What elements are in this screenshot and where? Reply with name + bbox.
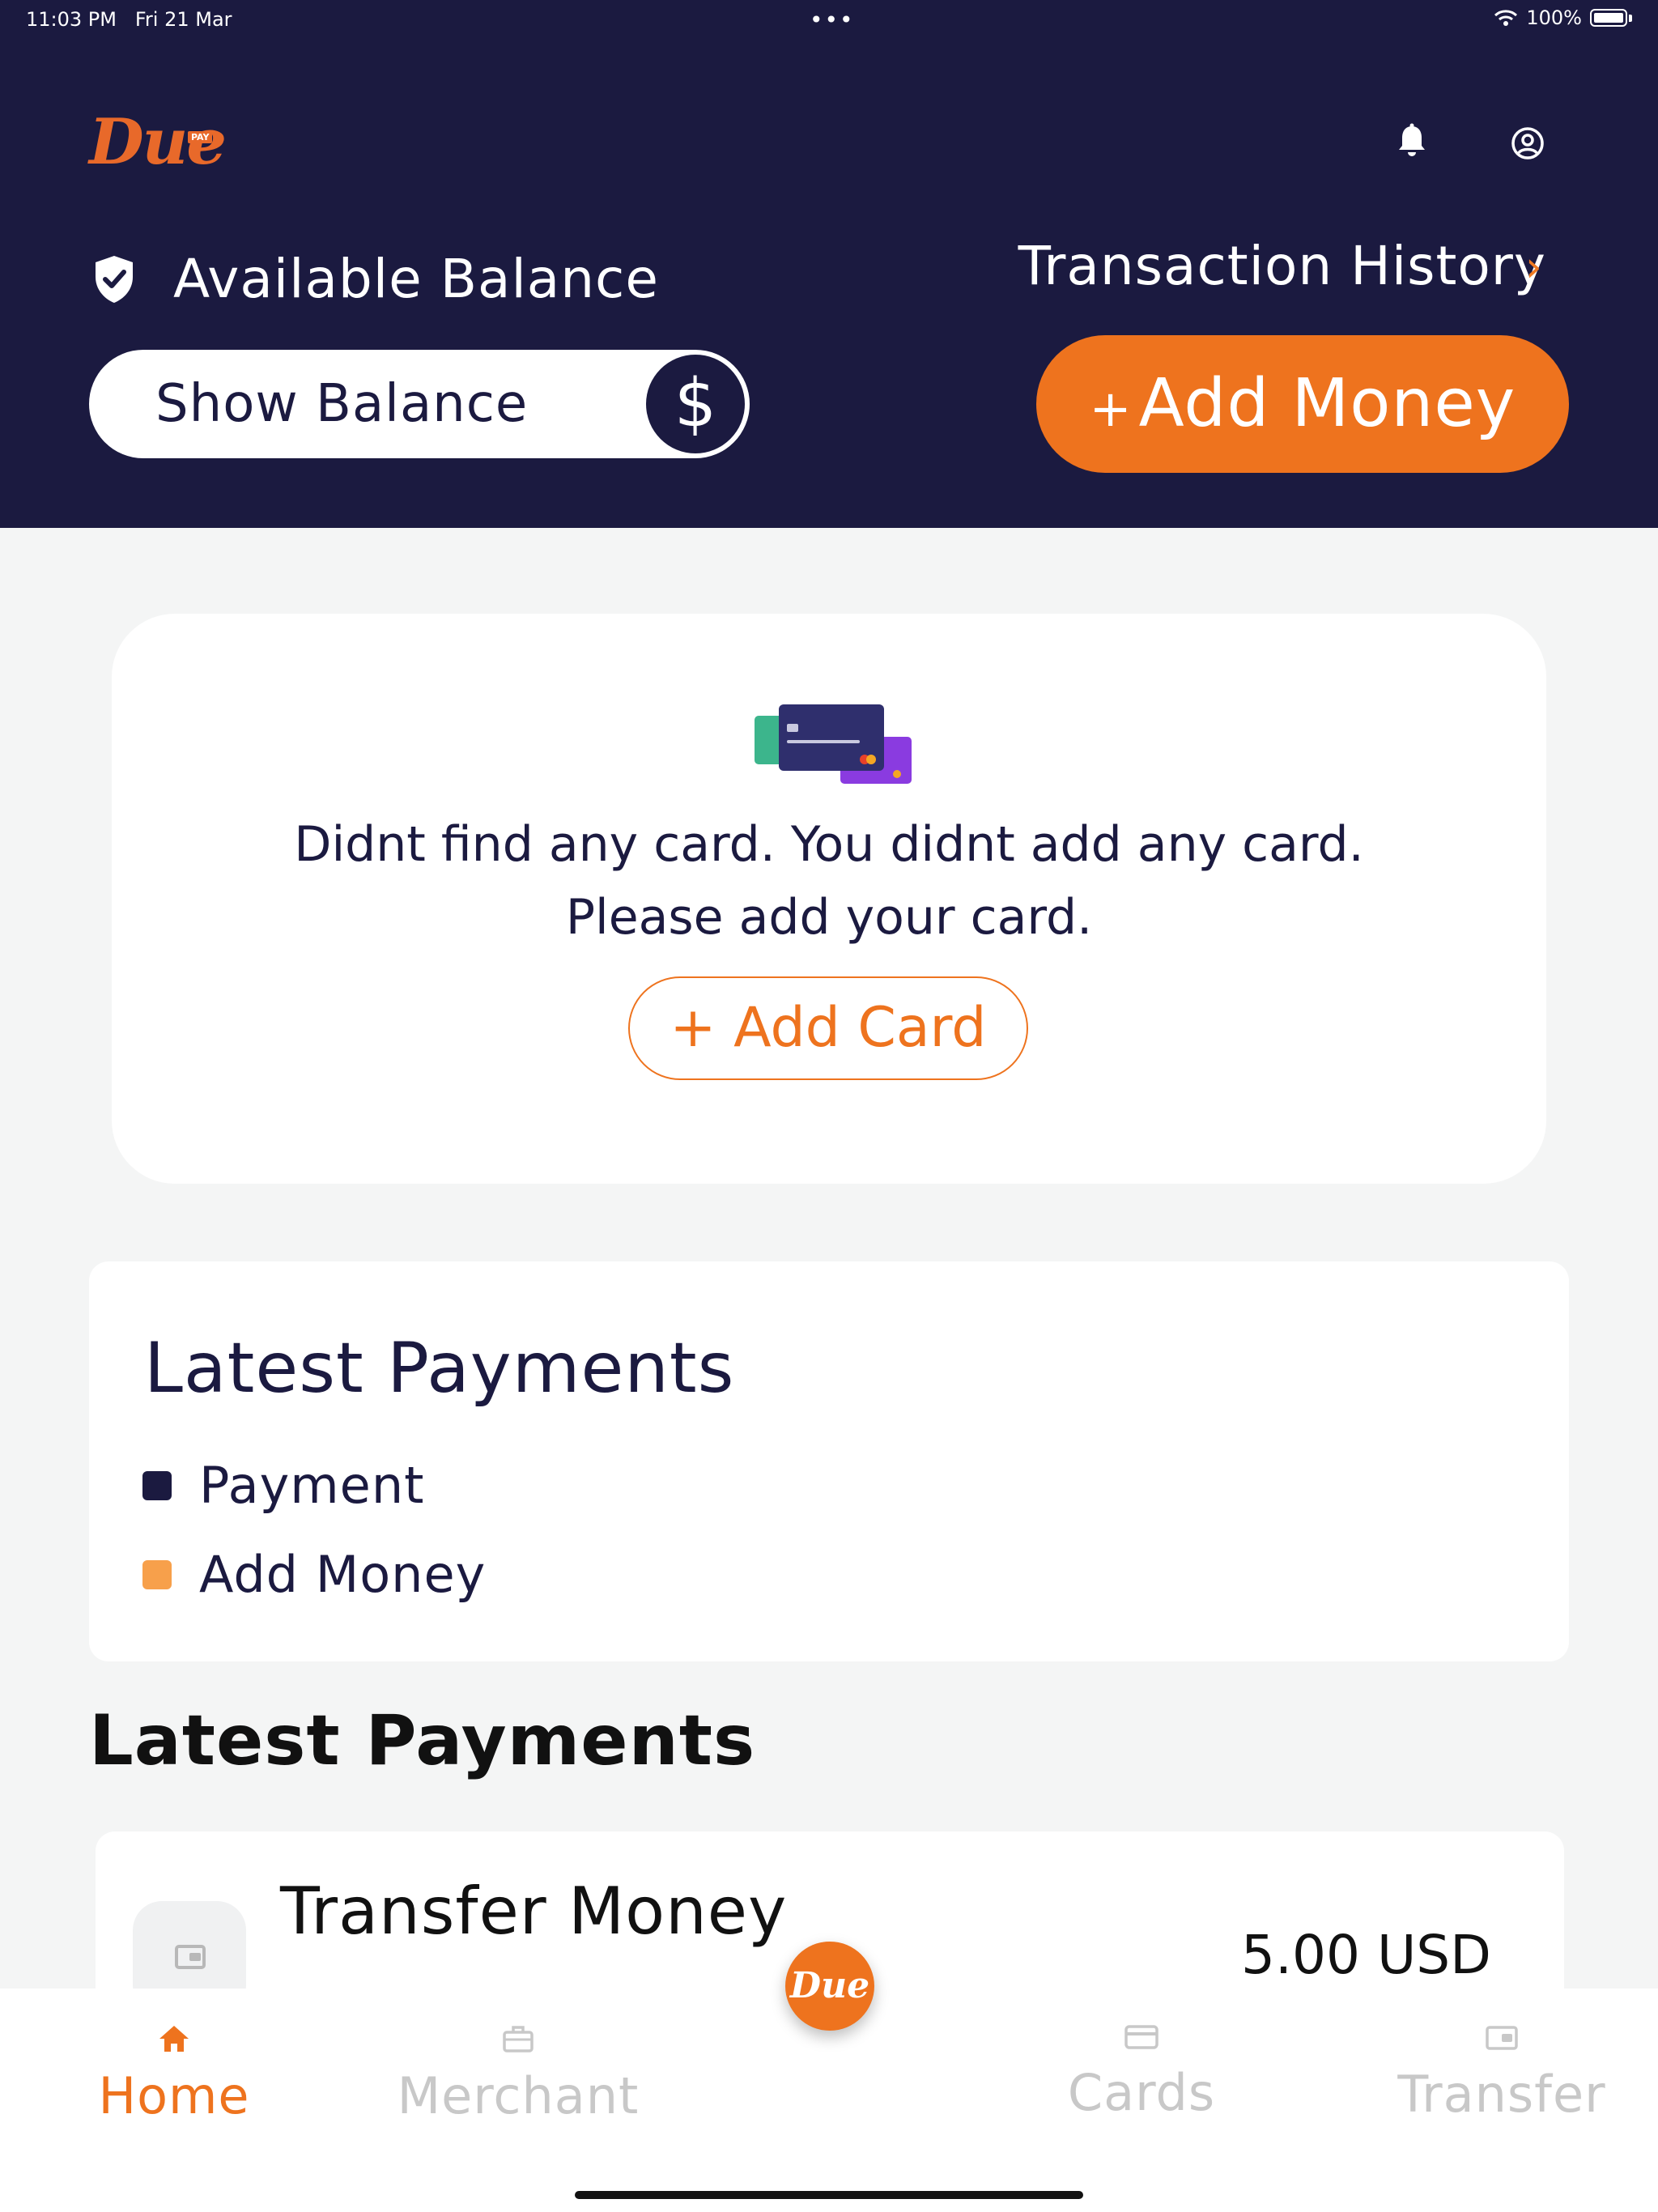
latest-payments-heading: Latest Payments xyxy=(89,1700,756,1781)
transaction-title: Transfer Money xyxy=(280,1874,788,1949)
plus-icon: + xyxy=(1089,379,1133,438)
status-time: 11:03 PM Fri 21 Mar xyxy=(26,8,232,31)
legend-swatch-payment xyxy=(142,1470,172,1500)
nav-label-transfer: Transfer xyxy=(1397,2065,1606,2124)
legend-label: Payment xyxy=(199,1456,425,1515)
status-indicators: 100% xyxy=(1494,6,1632,29)
nav-item-cards[interactable]: Cards xyxy=(1061,2024,1222,2122)
chevron-right-icon[interactable]: › xyxy=(1525,243,1542,291)
no-card-message: Didnt find any card. You didnt add any c… xyxy=(112,808,1546,954)
nav-item-home[interactable]: Home xyxy=(89,2024,259,2125)
shield-check-icon xyxy=(96,256,133,303)
show-balance-label: Show Balance xyxy=(155,374,529,434)
nav-label-cards: Cards xyxy=(1067,2063,1216,2122)
nav-item-merchant[interactable]: Merchant xyxy=(389,2024,648,2125)
home-indicator[interactable] xyxy=(575,2191,1083,2199)
battery-tip xyxy=(1629,14,1632,22)
dollar-icon: $ xyxy=(646,355,745,453)
show-balance-button[interactable]: Show Balance $ xyxy=(89,350,750,458)
status-bar: 11:03 PM Fri 21 Mar ••• 100% xyxy=(0,0,1658,39)
add-money-button[interactable]: +Add Money xyxy=(1036,335,1569,473)
card-icon xyxy=(1124,2025,1158,2049)
nav-label-merchant: Merchant xyxy=(397,2066,640,2125)
add-card-button[interactable]: + Add Card xyxy=(628,976,1028,1080)
wallet-icon xyxy=(175,1945,206,1969)
center-due-logo-button[interactable]: Due xyxy=(785,1942,874,2031)
wifi-icon xyxy=(1494,10,1518,26)
battery-percent: 100% xyxy=(1526,6,1582,29)
transaction-amount: 5.00 USD xyxy=(1241,1924,1491,1986)
latest-payments-chart: Latest Payments Payment Add Money xyxy=(89,1261,1569,1661)
legend-label: Add Money xyxy=(199,1545,487,1604)
nav-label-home: Home xyxy=(98,2066,250,2125)
card-panel: Didnt find any card. You didnt add any c… xyxy=(112,614,1546,1184)
chart-title: Latest Payments xyxy=(144,1328,735,1409)
home-icon xyxy=(159,2026,189,2052)
transaction-history-link[interactable]: Transaction History xyxy=(1018,235,1546,297)
multitasking-dots-icon[interactable]: ••• xyxy=(810,6,855,33)
add-money-label: Add Money xyxy=(1138,365,1516,442)
legend-item-add-money: Add Money xyxy=(142,1545,486,1604)
logo-pay-tag: PAY xyxy=(188,131,213,143)
wallet-icon xyxy=(1486,2026,1518,2050)
no-card-line-1: Didnt find any card. You didnt add any c… xyxy=(294,816,1364,873)
user-profile-icon[interactable] xyxy=(1511,126,1545,160)
legend-swatch-add-money xyxy=(142,1559,172,1589)
available-balance-label: Available Balance xyxy=(173,248,659,310)
nav-item-transfer[interactable]: Transfer xyxy=(1392,2024,1611,2124)
notification-bell-icon[interactable] xyxy=(1396,123,1428,159)
battery-icon xyxy=(1590,9,1627,27)
app-header: Due PAY Available Balance Transaction Hi… xyxy=(0,0,1658,528)
no-card-line-2: Please add your card. xyxy=(565,889,1093,946)
briefcase-icon xyxy=(503,2026,534,2052)
credit-cards-icon xyxy=(755,704,912,784)
legend-item-payment: Payment xyxy=(142,1456,424,1515)
